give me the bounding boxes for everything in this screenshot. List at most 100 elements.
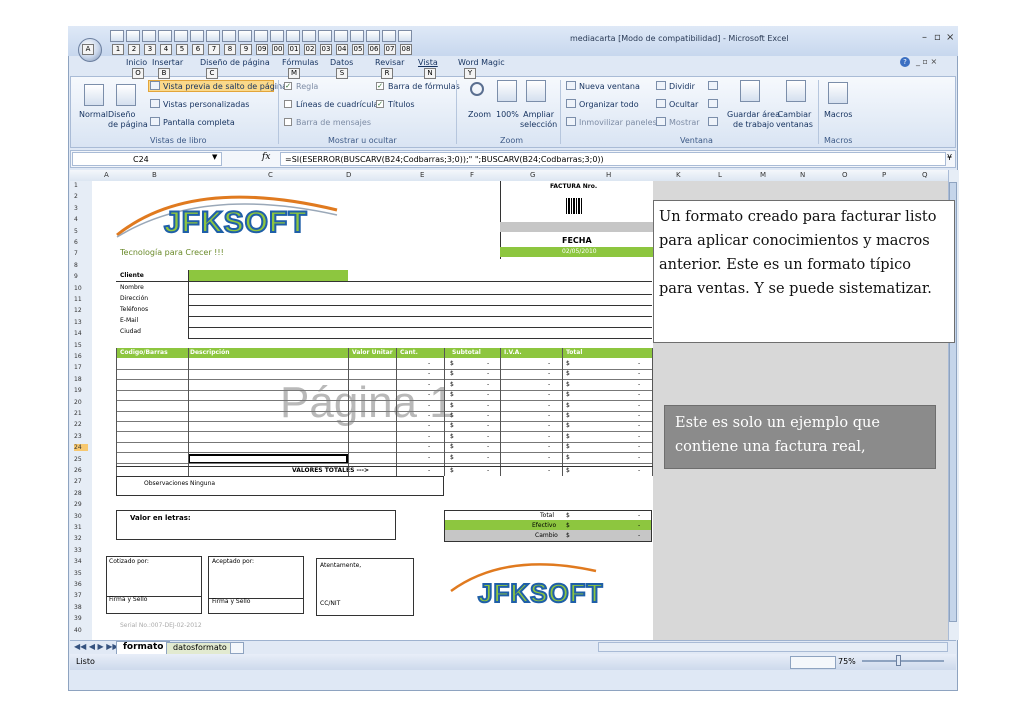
row-34[interactable]: 34	[74, 558, 82, 565]
function-wizard-button[interactable]: fx	[262, 152, 270, 162]
row-8[interactable]: 8	[74, 262, 78, 269]
qat-button[interactable]	[398, 30, 412, 42]
switch-windows-button[interactable]: Cambiar ventanas	[776, 110, 813, 130]
column-C[interactable]: C	[268, 171, 273, 179]
tab-vista[interactable]: Vista	[418, 58, 438, 67]
save-workspace-icon[interactable]	[740, 80, 760, 102]
row-10[interactable]: 10	[74, 285, 82, 292]
zoom-selection-icon[interactable]	[526, 80, 546, 102]
split-button[interactable]: Dividir	[669, 82, 695, 91]
column-O[interactable]: O	[842, 171, 848, 179]
column-K[interactable]: K	[676, 171, 681, 179]
row-15[interactable]: 15	[74, 342, 82, 349]
zoom-slider[interactable]	[862, 660, 944, 662]
column-B[interactable]: B	[152, 171, 157, 179]
client-input[interactable]	[188, 270, 348, 281]
row-27[interactable]: 27	[74, 478, 82, 485]
row-28[interactable]: 28	[74, 490, 82, 497]
row-29[interactable]: 29	[74, 501, 82, 508]
row-40[interactable]: 40	[74, 627, 82, 634]
zoom-icon[interactable]	[470, 82, 484, 96]
qat-button[interactable]	[334, 30, 348, 42]
tab-diseño-de-página[interactable]: Diseño de página	[200, 58, 270, 67]
row-31[interactable]: 31	[74, 524, 82, 531]
qat-button[interactable]	[270, 30, 284, 42]
column-L[interactable]: L	[718, 171, 722, 179]
custom-views-button[interactable]: Vistas personalizadas	[163, 100, 249, 109]
new-window-button[interactable]: Nueva ventana	[579, 82, 640, 91]
tab-inicio[interactable]: Inicio	[126, 58, 147, 67]
tab-fórmulas[interactable]: Fórmulas	[282, 58, 319, 67]
normal-view-button[interactable]: Normal	[79, 110, 108, 119]
row-6[interactable]: 6	[74, 239, 78, 246]
expand-formula-icon[interactable]: ¥	[947, 153, 952, 162]
column-G[interactable]: G	[530, 171, 535, 179]
row-4[interactable]: 4	[74, 216, 78, 223]
zoom-level[interactable]: 75%	[838, 657, 856, 666]
qat-button[interactable]	[382, 30, 396, 42]
row-24[interactable]: 24	[74, 444, 88, 452]
row-3[interactable]: 3	[74, 205, 78, 212]
qat-button[interactable]	[222, 30, 236, 42]
row-32[interactable]: 32	[74, 535, 82, 542]
column-F[interactable]: F	[470, 171, 474, 179]
restore-button[interactable]: ▫	[934, 32, 941, 43]
qat-button[interactable]	[174, 30, 188, 42]
qat-button[interactable]	[318, 30, 332, 42]
row-35[interactable]: 35	[74, 570, 82, 577]
tab-revisar[interactable]: Revisar	[375, 58, 404, 67]
column-M[interactable]: M	[760, 171, 766, 179]
column-D[interactable]: D	[346, 171, 351, 179]
name-box[interactable]: C24	[72, 152, 222, 166]
name-box-dropdown-icon[interactable]: ▼	[212, 153, 217, 161]
view-side-by-side-icon[interactable]	[708, 81, 718, 90]
qat-button[interactable]	[254, 30, 268, 42]
row-18[interactable]: 18	[74, 376, 82, 383]
column-P[interactable]: P	[882, 171, 886, 179]
row-9[interactable]: 9	[74, 273, 78, 280]
full-screen-button[interactable]: Pantalla completa	[163, 118, 235, 127]
qat-button[interactable]	[190, 30, 204, 42]
sync-scroll-icon[interactable]	[708, 99, 718, 108]
row-14[interactable]: 14	[74, 330, 82, 337]
arrange-all-button[interactable]: Organizar todo	[579, 100, 639, 109]
qat-button[interactable]	[158, 30, 172, 42]
formula-bar-checkbox[interactable]: ✓	[376, 82, 384, 90]
column-E[interactable]: E	[420, 171, 424, 179]
macros-icon[interactable]	[828, 82, 848, 104]
row-39[interactable]: 39	[74, 615, 82, 622]
qat-button[interactable]	[110, 30, 124, 42]
qat-button[interactable]	[350, 30, 364, 42]
column-H[interactable]: H	[606, 171, 611, 179]
tab-word-magic[interactable]: Word Magic	[458, 58, 505, 67]
row-25[interactable]: 25	[74, 456, 82, 463]
row-33[interactable]: 33	[74, 547, 82, 554]
row-17[interactable]: 17	[74, 364, 82, 371]
tab-insertar[interactable]: Insertar	[152, 58, 183, 67]
insert-sheet-icon[interactable]	[230, 642, 244, 654]
page-layout-button[interactable]: Diseño de página	[108, 110, 148, 130]
column-Q[interactable]: Q	[922, 171, 928, 179]
row-21[interactable]: 21	[74, 410, 82, 417]
sheet-tab-formato[interactable]: formato	[116, 641, 171, 655]
formula-input[interactable]: =SI(ESERROR(BUSCARV(B24;Codbarras;3;0));…	[280, 152, 946, 166]
ribbon-window-controls[interactable]: _ ▫ ×	[916, 57, 937, 66]
sheet-nav-buttons[interactable]: ◀◀ ◀ ▶ ▶▶	[74, 642, 119, 651]
message-bar-checkbox[interactable]	[284, 118, 292, 126]
row-23[interactable]: 23	[74, 433, 82, 440]
row-5[interactable]: 5	[74, 228, 78, 235]
row-16[interactable]: 16	[74, 353, 82, 360]
macros-button[interactable]: Macros	[824, 110, 852, 119]
reset-position-icon[interactable]	[708, 117, 718, 126]
page-layout-icon[interactable]	[116, 84, 136, 106]
qat-button[interactable]	[366, 30, 380, 42]
close-button[interactable]: ×	[946, 32, 954, 43]
view-buttons[interactable]	[790, 656, 836, 669]
row-26[interactable]: 26	[74, 467, 82, 474]
zoom-100-button[interactable]: 100%	[496, 110, 519, 119]
row-37[interactable]: 37	[74, 592, 82, 599]
row-36[interactable]: 36	[74, 581, 82, 588]
row-38[interactable]: 38	[74, 604, 82, 611]
gridlines-checkbox[interactable]	[284, 100, 292, 108]
headings-checkbox[interactable]: ✓	[376, 100, 384, 108]
